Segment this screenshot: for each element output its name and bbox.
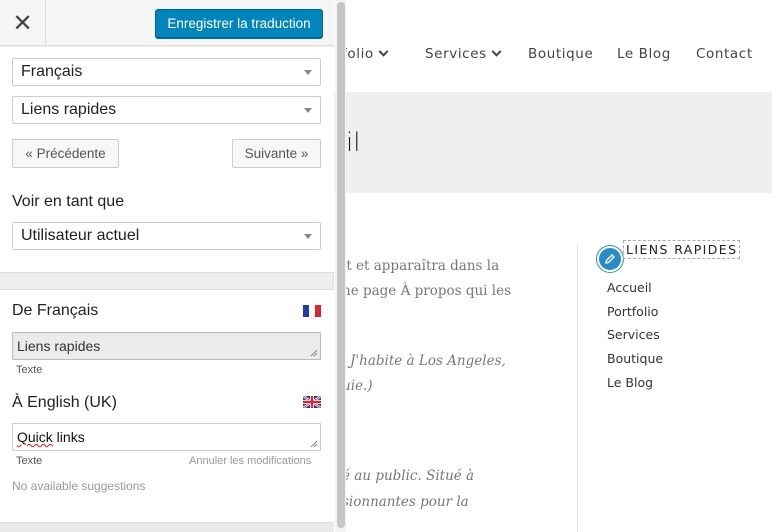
dropdown-caret-icon xyxy=(304,234,312,239)
view-as-label: Voir en tant que xyxy=(12,193,125,210)
discard-changes-link[interactable]: Annuler les modifications xyxy=(189,455,311,467)
next-button[interactable]: Suivante » xyxy=(232,139,321,168)
panel-footer xyxy=(0,522,334,532)
string-select-value: Liens rapides xyxy=(21,101,117,118)
translation-word-misspelled: Quick xyxy=(17,429,53,445)
resize-handle-icon xyxy=(310,349,318,357)
language-select-value: Français xyxy=(21,63,83,80)
translation-input[interactable]: Quick links xyxy=(12,423,321,451)
view-as-select[interactable]: Utilisateur actuel xyxy=(12,222,321,250)
widget-title[interactable]: LIENS RAPIDES xyxy=(623,240,741,259)
translation-text-rest: links xyxy=(52,429,85,445)
page-title: il xyxy=(346,128,361,158)
flag-fr-icon xyxy=(303,305,321,317)
source-text-field: Liens rapides xyxy=(12,332,321,360)
sidebar-divider xyxy=(577,243,578,532)
target-language-label: À English (UK) xyxy=(12,394,117,411)
edit-shortcut-button[interactable] xyxy=(597,246,623,272)
suggestions-text: No available suggestions xyxy=(12,479,146,493)
flag-uk-icon xyxy=(303,396,321,408)
nav-item-services[interactable]: Services xyxy=(425,46,502,62)
scrollbar-thumb[interactable] xyxy=(337,2,345,528)
pencil-icon xyxy=(605,254,615,264)
previous-button[interactable]: « Précédente xyxy=(12,139,119,168)
close-icon: ✕ xyxy=(12,9,33,37)
source-language-label: De Français xyxy=(12,302,99,319)
target-type-label: Texte xyxy=(16,455,43,467)
body-text-line: sionnantes pour la xyxy=(342,494,469,510)
widget-link[interactable]: Services xyxy=(607,327,663,351)
language-select[interactable]: Français xyxy=(12,58,321,86)
nav-item-boutique[interactable]: Boutique xyxy=(528,46,593,62)
body-text-line: it et apparaîtra dans la xyxy=(342,258,500,274)
source-text-value: Liens rapides xyxy=(17,338,101,354)
widget-link[interactable]: Portfolio xyxy=(607,304,663,328)
view-as-select-value: Utilisateur actuel xyxy=(21,227,140,244)
dropdown-caret-icon xyxy=(304,108,312,113)
widget-link[interactable]: Le Blog xyxy=(607,375,663,399)
nav-item-label: folio xyxy=(342,46,374,62)
dropdown-caret-icon xyxy=(304,70,312,75)
nav-item-label: Contact xyxy=(696,46,753,62)
body-text-line: J'habite à Los Angeles, xyxy=(350,353,506,369)
chevron-down-icon xyxy=(491,46,502,57)
chevron-down-icon xyxy=(378,46,389,57)
widget-link[interactable]: Accueil xyxy=(607,280,663,304)
nav-item-label: Services xyxy=(425,46,487,62)
nav-item-contact[interactable]: Contact xyxy=(696,46,753,62)
body-text-line: é au public. Situé à xyxy=(342,468,475,484)
widget-link-list: Accueil Portfolio Services Boutique Le B… xyxy=(607,280,663,398)
body-text-line: ne page À propos qui les xyxy=(342,283,512,299)
string-select[interactable]: Liens rapides xyxy=(12,96,321,124)
nav-item-label: Le Blog xyxy=(617,46,671,62)
nav-item-blog[interactable]: Le Blog xyxy=(617,46,671,62)
nav-item-label: Boutique xyxy=(528,46,594,62)
close-button[interactable]: ✕ xyxy=(0,0,46,46)
source-type-label: Texte xyxy=(16,364,43,376)
resize-handle-icon[interactable] xyxy=(308,438,318,448)
body-text-line: uie.) xyxy=(342,378,373,394)
widget-link[interactable]: Boutique xyxy=(607,351,663,375)
nav-item-portfolio[interactable]: folio xyxy=(342,46,389,62)
save-translation-button[interactable]: Enregistrer la traduction xyxy=(155,9,323,38)
section-divider xyxy=(0,272,334,273)
